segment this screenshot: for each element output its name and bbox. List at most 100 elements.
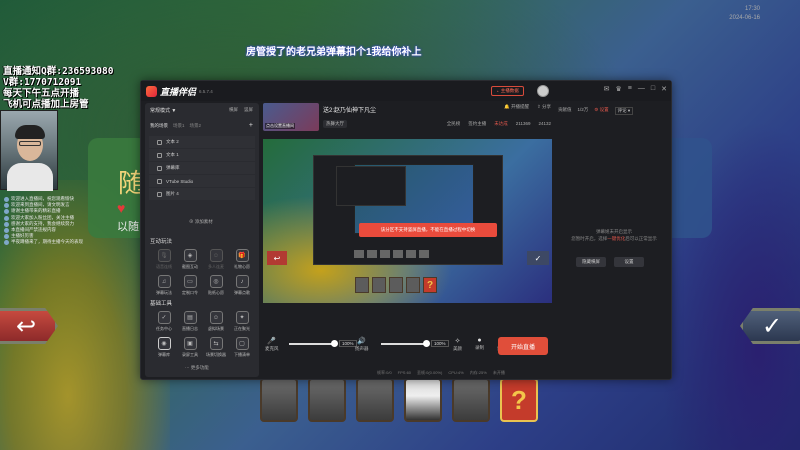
image-source-icon [157, 191, 162, 197]
comments-button[interactable]: 评论 ▾ [614, 107, 634, 115]
titlebar: 直播伴侣 6.5.7.4 ◔ 主播数据 ✉ ♛ ≡ — □ ✕ [141, 81, 671, 101]
add-scene-icon[interactable]: + [249, 122, 253, 129]
start-live-button[interactable]: 开始直播 [498, 337, 548, 355]
share-icon: ⇪ [536, 104, 541, 109]
room-cover[interactable]: 点击设置直播间 [263, 103, 319, 131]
status-cpu: CPU:4% [448, 370, 464, 375]
source-item[interactable]: 文本 1 [149, 149, 255, 161]
preview-back-icon: ↩ [267, 251, 287, 265]
source-item[interactable]: 图片 4 [149, 188, 255, 200]
back-arrow-icon: ↩ [15, 312, 37, 340]
source-item[interactable]: 文本 2 [149, 136, 255, 148]
scene-tabs: 我的场景 场景1 场景2 + [150, 122, 253, 129]
room-category[interactable]: 热舞大厅 [323, 120, 347, 128]
live-reminder-button[interactable]: 🔔 开播提醒 [504, 104, 529, 110]
custom-command-button[interactable]: ▭ 定制口令 [177, 275, 203, 296]
warning-toast: 该分区不支持竖屏直播，不能在直播过程中切换 [359, 223, 497, 237]
tab-ranking[interactable]: 1/2万 [578, 107, 589, 115]
shield-icon: ◈ [183, 249, 197, 262]
checklist-icon: ▢ [235, 337, 249, 350]
game-tile[interactable] [308, 378, 346, 422]
danmaku-library-button[interactable]: ◉ 弹幕库 [151, 337, 177, 358]
game-tiles: ? [260, 378, 538, 422]
gift-wish-button[interactable]: 🎁 礼物心愿 [229, 249, 255, 270]
mystery-tile[interactable]: ? [500, 378, 538, 422]
tab-scene-2[interactable]: 场景2 [190, 123, 202, 129]
maximize-icon[interactable]: □ [651, 85, 655, 93]
game-tile[interactable] [356, 378, 394, 422]
window-controls: ✉ ♛ ≡ — □ ✕ [604, 85, 667, 93]
user-avatar[interactable] [537, 85, 549, 97]
speaker-volume-slider[interactable] [381, 340, 430, 347]
game-tile[interactable] [404, 378, 442, 422]
sticker-wish-button[interactable]: ◎ 贴纸心愿 [203, 275, 229, 296]
app-name: 直播伴侣 [160, 86, 197, 97]
spotlight-button[interactable]: ✦ 正在聚光 [229, 311, 255, 332]
tab-contribution[interactable]: 贡献值 [558, 107, 572, 115]
microphone-control[interactable]: 🎤 麦克风 [265, 337, 279, 352]
screen-record-button[interactable]: ▣ 录屏工具 [177, 337, 203, 358]
share-button[interactable]: ⇪ 分享 [537, 104, 551, 110]
multi-mic-button[interactable]: ☺ 多人连麦 [203, 249, 229, 270]
rank-badge[interactable]: 全民榜 [447, 121, 461, 127]
live-log-button[interactable]: ▤ 直播日志 [177, 311, 203, 332]
room-title[interactable]: 送2:赵乃仙神下凡尘 [323, 105, 376, 114]
right-panel: 贡献值 1/2万 ⚙ 设置 评论 ▾ 弹幕姬未开启显示 您暂时开启，选择一键优化… [554, 101, 669, 377]
anchor-data-button[interactable]: ◔ 主播数据 [491, 86, 524, 96]
status-bitrate: 帧率:0/0 [377, 370, 392, 375]
signed-badge[interactable]: 签约主播 [468, 121, 486, 127]
message-icon[interactable]: ✉ [604, 85, 610, 93]
right-panel-tabs: 贡献值 1/2万 ⚙ 设置 评论 ▾ [558, 107, 634, 115]
record-control[interactable]: ● 录制 [475, 337, 484, 351]
right-settings-button[interactable]: 设置 [614, 257, 644, 267]
optimize-link[interactable]: 一键优化 [607, 236, 625, 241]
confirm-check-button[interactable]: ✓ [740, 308, 800, 344]
user-add-icon: ☺ [209, 249, 223, 262]
streaming-app-window: 直播伴侣 6.5.7.4 ◔ 主播数据 ✉ ♛ ≡ — □ ✕ 常规模式 ▼ 横屏… [140, 80, 672, 380]
game-icon: ♫ [157, 275, 171, 288]
game-tile[interactable] [452, 378, 490, 422]
danmaku-game-button[interactable]: ♫ 弹幕玩法 [151, 275, 177, 296]
portrait-link[interactable]: 竖屏 [244, 107, 253, 113]
tab-scene-1[interactable]: 场景1 [173, 123, 185, 129]
beauty-icon: ✧ [454, 338, 461, 345]
speaker-control[interactable]: 🔊 扬声器 [355, 337, 369, 352]
speaker-volume-value: 100% [431, 340, 449, 347]
voice-link-button[interactable]: 🎙 语音连线 [151, 249, 177, 270]
caret-down-icon: ▼ [171, 108, 177, 114]
close-icon[interactable]: ✕ [661, 85, 667, 93]
nested-window-preview [313, 155, 503, 265]
source-item[interactable]: 弹幕库 [149, 162, 255, 174]
chevron-down-icon: ▾ [627, 108, 631, 113]
mic-volume-slider[interactable] [289, 340, 338, 347]
song-request-button[interactable]: ♪ 弹幕点歌 [229, 275, 255, 296]
hide-landscape-button[interactable]: 隐藏横屏 [576, 257, 606, 267]
preview-tiles: ? [355, 277, 437, 293]
sticker-icon: ◎ [209, 275, 223, 288]
scene-switcher-button[interactable]: ⇆ 场景切换器 [203, 337, 229, 358]
virtual-scene-button[interactable]: ☺ 虚拟场景 [203, 311, 229, 332]
source-item[interactable]: VTube Studio [149, 175, 255, 187]
landscape-link[interactable]: 横屏 [229, 107, 238, 113]
switch-icon: ⇆ [209, 337, 223, 350]
log-icon: ▤ [183, 311, 197, 324]
danmaku-settings-link[interactable]: ⚙ 设置 [594, 107, 608, 115]
game-tile[interactable] [260, 378, 298, 422]
preview-question-tile: ? [423, 277, 437, 293]
add-material-button[interactable]: ⊕ 添加素材 [189, 219, 213, 225]
menu-icon[interactable]: ≡ [628, 85, 632, 93]
minimize-icon[interactable]: — [638, 85, 645, 93]
screenshot-interaction-button[interactable]: ◈ 截图互动 [177, 249, 203, 270]
shirt-icon[interactable]: ♛ [616, 85, 622, 93]
end-stream-list-button[interactable]: ▢ 下播清单 [229, 337, 255, 358]
tools-grid: ✓ 任务中心 ▤ 直播日志 ☺ 虚拟场景 ✦ 正在聚光 ◉ 弹幕库 ▣ 录屏工具 ⇆ 场景切换… [151, 311, 255, 358]
live-preview[interactable]: 该分区不支持竖屏直播，不能在直播过程中切换 ↩ ✓ ? [263, 139, 552, 303]
more-functions-link[interactable]: ⋯ 更多功能 [185, 365, 209, 371]
mode-dropdown[interactable]: 常规模式 ▼ [150, 107, 176, 114]
app-logo-icon [146, 85, 157, 97]
room-info-bar: 点击设置直播间 送2:赵乃仙神下凡尘 热舞大厅 🔔 开播提醒 ⇪ 分享 全民榜 … [263, 101, 551, 135]
beauty-control[interactable]: ✧ 美颜 [453, 337, 462, 352]
chat-overlay: 欢迎进入直播间，祝您观看愉快 欢迎来到直播间，请文明发言 谢谢主播带来的精彩直播… [4, 196, 90, 246]
task-center-button[interactable]: ✓ 任务中心 [151, 311, 177, 332]
tab-my-scenes[interactable]: 我的场景 [150, 123, 168, 129]
